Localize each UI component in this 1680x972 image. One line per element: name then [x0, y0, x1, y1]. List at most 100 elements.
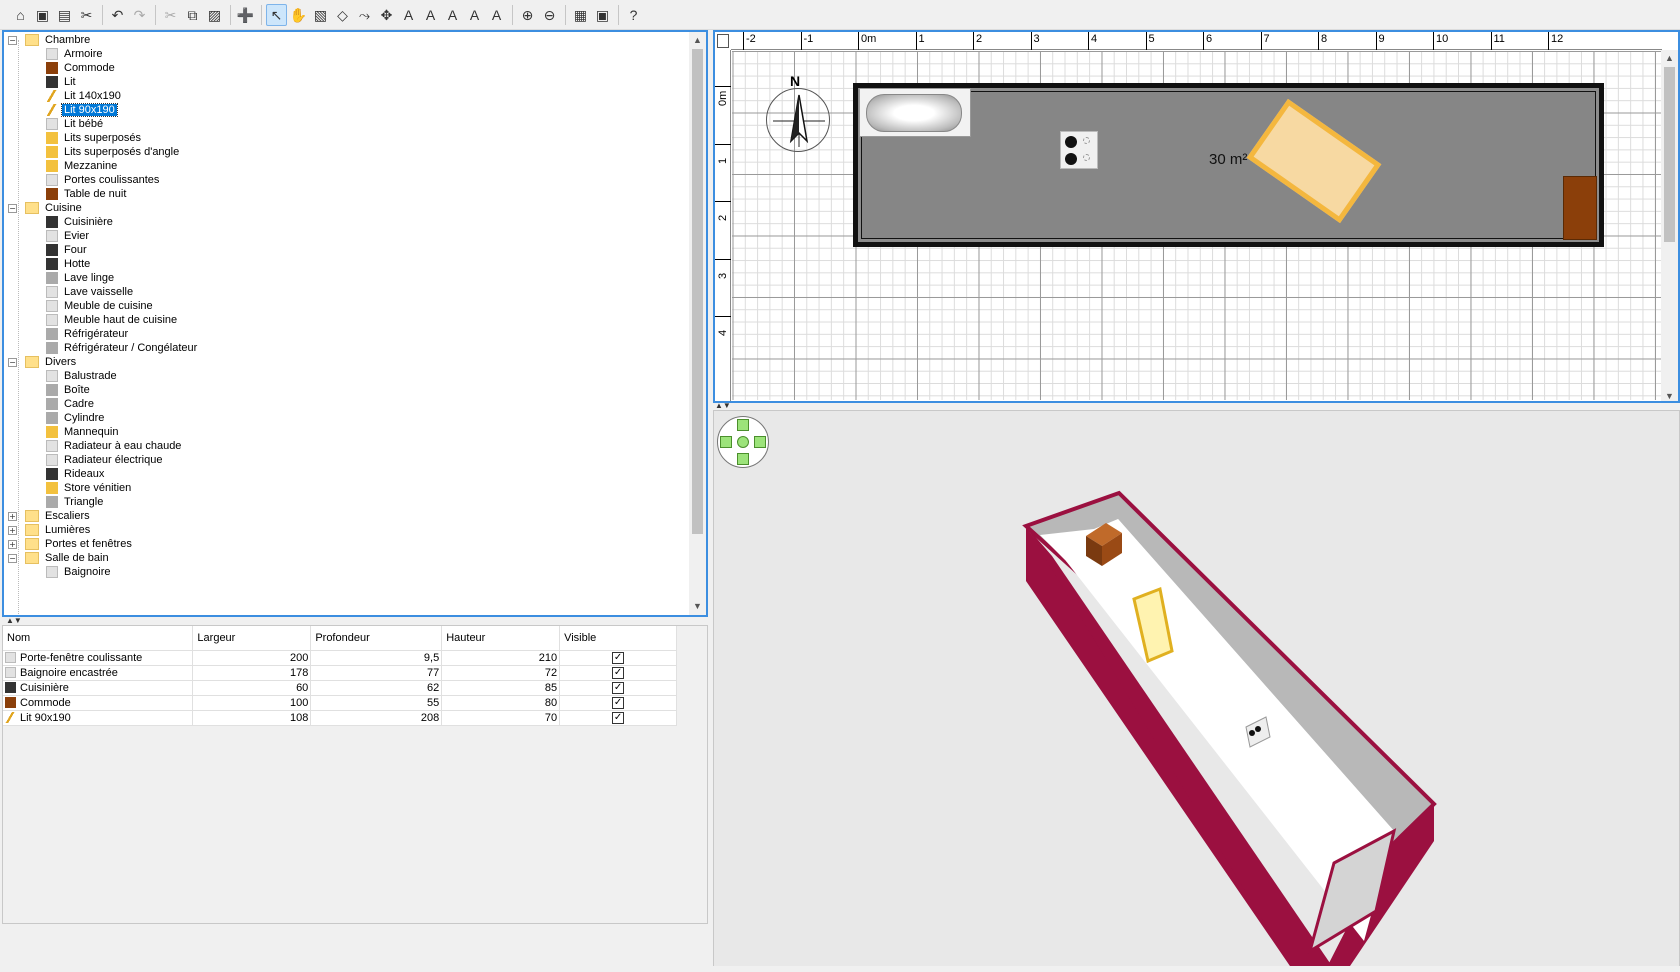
catalog-item[interactable]: Lits superposés [4, 131, 690, 145]
catalog-category[interactable]: − Chambre [4, 33, 690, 47]
catalog-item[interactable]: Lits superposés d'angle [4, 145, 690, 159]
catalog-item[interactable]: Store vénitien [4, 481, 690, 495]
select-icon[interactable]: ↖ [266, 3, 287, 26]
undo-icon[interactable]: ↶ [107, 4, 128, 26]
catalog-item[interactable]: Lit bébé [4, 117, 690, 131]
column-header-depth[interactable]: Profondeur [310, 626, 443, 651]
scroll-down-icon[interactable]: ▼ [1661, 388, 1678, 401]
catalog-table-splitter[interactable]: ▲▼ [2, 617, 708, 625]
catalog-item[interactable]: Lit 140x190 [4, 89, 690, 103]
create-video-icon[interactable]: ▣ [592, 4, 613, 26]
table-row[interactable]: Commode 100 55 80 ✓ [3, 695, 677, 711]
catalog-item[interactable]: Table de nuit [4, 187, 690, 201]
column-header-visible[interactable]: Visible [559, 626, 677, 651]
3d-view[interactable] [713, 410, 1680, 968]
zoom-in-icon[interactable]: ⊕ [517, 4, 538, 26]
catalog-item[interactable]: Portes coulissantes [4, 173, 690, 187]
catalog-item[interactable]: Radiateur électrique [4, 453, 690, 467]
catalog-item[interactable]: Rideaux [4, 467, 690, 481]
splitter-arrows-icon[interactable]: ▲▼ [6, 617, 22, 625]
paste-icon[interactable]: ▨ [204, 4, 225, 26]
add-furniture-icon[interactable]: ➕ [235, 4, 256, 26]
catalog-category[interactable]: − Cuisine [4, 201, 690, 215]
catalog-item[interactable]: Meuble haut de cuisine [4, 313, 690, 327]
bold-text-icon[interactable]: A [464, 4, 485, 26]
splitter-arrows-icon[interactable]: ▲▼ [715, 402, 731, 410]
catalog-item[interactable]: Cylindre [4, 411, 690, 425]
catalog-category[interactable]: − Salle de bain [4, 551, 690, 565]
expand-icon[interactable]: + [8, 539, 17, 549]
plan-dresser[interactable] [1563, 176, 1597, 240]
scroll-down-icon[interactable]: ▼ [689, 598, 706, 615]
catalog-item[interactable]: Lit [4, 75, 690, 89]
nav-down-arrow-icon[interactable] [737, 453, 749, 465]
catalog-item[interactable]: Commode [4, 61, 690, 75]
help-icon[interactable]: ? [623, 4, 644, 26]
decrease-text-size-icon[interactable]: A [442, 4, 463, 26]
catalog-item[interactable]: Balustrade [4, 369, 690, 383]
scrollbar-thumb[interactable] [1664, 67, 1675, 242]
catalog-item[interactable]: Armoire [4, 47, 690, 61]
plan-bathtub[interactable] [859, 88, 971, 137]
table-row[interactable]: Lit 90x190 108 208 70 ✓ [3, 710, 677, 726]
catalog-category[interactable]: + Escaliers [4, 509, 690, 523]
visible-checkbox[interactable]: ✓ [612, 697, 625, 709]
catalog-item[interactable]: Cuisinière [4, 215, 690, 229]
pan-icon[interactable]: ✋ [288, 4, 309, 26]
nav-right-arrow-icon[interactable] [754, 436, 766, 448]
zoom-out-icon[interactable]: ⊖ [539, 4, 560, 26]
catalog-item[interactable]: Radiateur à eau chaude [4, 439, 690, 453]
furniture-catalog-tree[interactable]: − Chambre Armoire Commode Lit Lit 140x190 Lit … [2, 30, 708, 617]
furniture-list[interactable]: Nom Largeur Profondeur Hauteur Visible P… [2, 625, 708, 924]
italic-text-icon[interactable]: A [486, 4, 507, 26]
catalog-item[interactable]: Hotte [4, 257, 690, 271]
plan-lock-icon[interactable] [717, 34, 729, 48]
scroll-up-icon[interactable]: ▲ [1661, 50, 1678, 67]
create-photo-icon[interactable]: ▦ [570, 4, 591, 26]
create-walls-icon[interactable]: ▧ [310, 4, 331, 26]
plan-scrollbar[interactable]: ▲ ▼ [1661, 50, 1678, 401]
table-row[interactable]: Porte-fenêtre coulissante 200 9,5 210 ✓ [3, 650, 677, 666]
cut-icon[interactable]: ✂ [160, 4, 181, 26]
3d-navigation-pad[interactable] [717, 416, 769, 468]
visible-checkbox[interactable]: ✓ [612, 682, 625, 694]
catalog-item[interactable]: Cadre [4, 397, 690, 411]
visible-checkbox[interactable]: ✓ [612, 712, 625, 724]
table-row[interactable]: Baignoire encastrée 178 77 72 ✓ [3, 665, 677, 681]
nav-up-arrow-icon[interactable] [737, 419, 749, 431]
collapse-icon[interactable]: − [8, 203, 17, 213]
nav-center-icon[interactable] [737, 436, 749, 448]
catalog-item[interactable]: Triangle [4, 495, 690, 509]
collapse-icon[interactable]: − [8, 357, 17, 367]
catalog-category[interactable]: + Lumières [4, 523, 690, 537]
catalog-item[interactable]: Lave linge [4, 271, 690, 285]
plan-stove[interactable] [1060, 131, 1098, 169]
catalog-item[interactable]: Meuble de cuisine [4, 299, 690, 313]
increase-text-size-icon[interactable]: A [420, 4, 441, 26]
create-polylines-icon[interactable]: ⤳ [354, 4, 375, 26]
catalog-scrollbar[interactable]: ▲ ▼ [689, 32, 706, 615]
compass-rose[interactable] [766, 88, 830, 152]
catalog-item[interactable]: Réfrigérateur [4, 327, 690, 341]
open-icon[interactable]: ▣ [32, 4, 53, 26]
column-header-height[interactable]: Hauteur [441, 626, 561, 651]
copy-icon[interactable]: ⧉ [182, 4, 203, 26]
save-icon[interactable]: ▤ [54, 4, 75, 26]
catalog-category[interactable]: − Divers [4, 355, 690, 369]
visible-checkbox[interactable]: ✓ [612, 652, 625, 664]
catalog-item[interactable]: Four [4, 243, 690, 257]
catalog-item[interactable]: Boîte [4, 383, 690, 397]
expand-icon[interactable]: + [8, 511, 17, 521]
nav-left-arrow-icon[interactable] [720, 436, 732, 448]
new-home-icon[interactable]: ⌂ [10, 4, 31, 26]
plan-3d-splitter[interactable]: ▲▼ [713, 402, 1680, 410]
catalog-item[interactable]: Evier [4, 229, 690, 243]
create-dimensions-icon[interactable]: ✥ [376, 4, 397, 26]
collapse-icon[interactable]: − [8, 553, 17, 563]
scroll-up-icon[interactable]: ▲ [689, 32, 706, 49]
catalog-category[interactable]: + Portes et fenêtres [4, 537, 690, 551]
column-header-width[interactable]: Largeur [192, 626, 312, 651]
visible-checkbox[interactable]: ✓ [612, 667, 625, 679]
collapse-icon[interactable]: − [8, 35, 17, 45]
catalog-item[interactable]: Lit 90x190 [4, 103, 690, 117]
